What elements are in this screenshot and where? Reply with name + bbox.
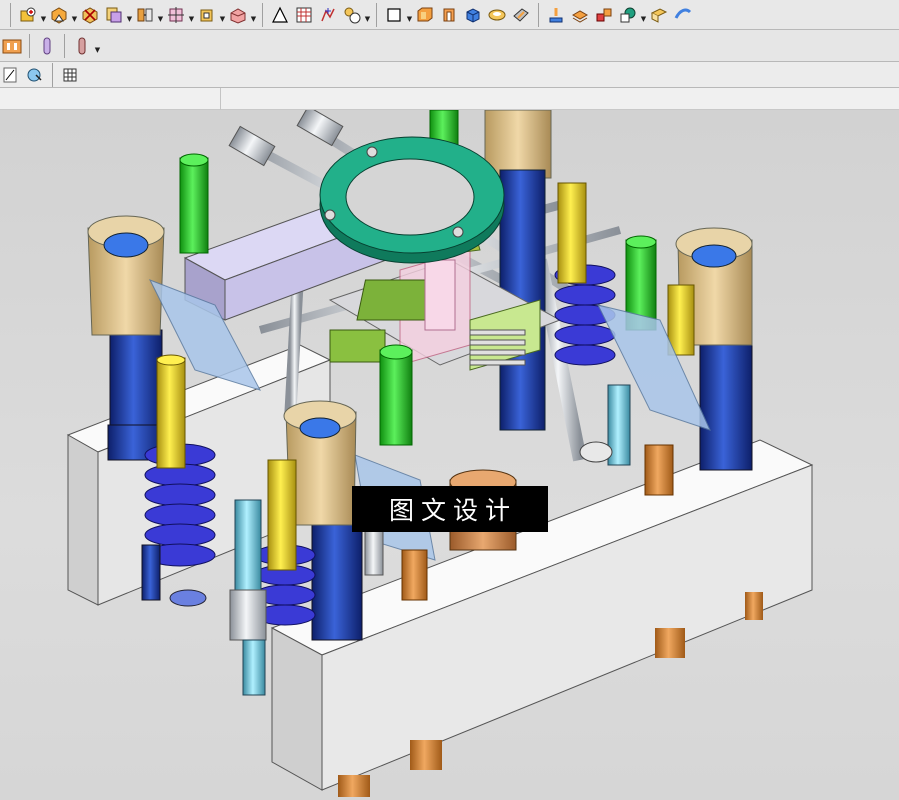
- exploded-view-icon[interactable]: [227, 4, 249, 26]
- cavity-layout-icon[interactable]: [648, 4, 670, 26]
- chevron-down-icon[interactable]: ▼: [250, 4, 257, 26]
- secondary-toolbar: ▼: [0, 30, 899, 62]
- chevron-down-icon[interactable]: ▼: [71, 4, 78, 26]
- chevron-down-icon[interactable]: ▼: [219, 4, 226, 26]
- chevron-down-icon[interactable]: ▼: [157, 4, 164, 26]
- chevron-down-icon[interactable]: ▼: [188, 4, 195, 26]
- point-set-icon[interactable]: [317, 4, 339, 26]
- selection-toolbar: [0, 62, 899, 88]
- guide-bush-rear: [484, 110, 552, 431]
- snap-point-icon[interactable]: [24, 64, 46, 86]
- pattern-component-icon[interactable]: [48, 4, 70, 26]
- mold-base-icon[interactable]: [569, 4, 591, 26]
- edge-blend-icon[interactable]: [510, 4, 532, 26]
- assembly-constraints-icon[interactable]: [134, 4, 156, 26]
- hose-fittings: [228, 110, 344, 167]
- insert-pocket-icon[interactable]: [617, 4, 639, 26]
- gear-assembly-icon[interactable]: [341, 4, 363, 26]
- mold-wizard-icon[interactable]: [545, 4, 567, 26]
- cylinder-feature-icon[interactable]: [438, 4, 460, 26]
- boolean-unite-icon[interactable]: [486, 4, 508, 26]
- block-feature-icon[interactable]: [414, 4, 436, 26]
- toolbar-separator: [29, 33, 30, 58]
- wave-link-icon[interactable]: [103, 4, 125, 26]
- slot-feature-icon[interactable]: [1, 35, 23, 57]
- chevron-down-icon[interactable]: ▼: [364, 4, 371, 26]
- graphics-viewport[interactable]: 图文设计: [0, 110, 899, 800]
- cue-line-bar: [0, 88, 899, 110]
- toolbar-separator: [10, 2, 11, 27]
- select-filter-icon[interactable]: [0, 64, 22, 86]
- triangle-sketch-icon[interactable]: [269, 4, 291, 26]
- chevron-down-icon[interactable]: ▼: [94, 35, 101, 57]
- view-orient-icon[interactable]: [672, 4, 694, 26]
- rectangle-icon[interactable]: [383, 4, 405, 26]
- yellow-pin-left: [156, 354, 186, 469]
- chevron-down-icon[interactable]: ▼: [126, 4, 133, 26]
- cube-feature-icon[interactable]: [462, 4, 484, 26]
- divider: [220, 88, 221, 110]
- chevron-down-icon[interactable]: ▼: [406, 4, 413, 26]
- move-component-icon[interactable]: [165, 4, 187, 26]
- toolbar-separator: [262, 2, 263, 27]
- pin-feature-icon[interactable]: [36, 35, 58, 57]
- mold-assembly-model: [66, 110, 814, 797]
- toolbar-separator: [376, 2, 377, 27]
- toolbar-separator: [538, 2, 539, 27]
- mirror-assembly-icon[interactable]: [79, 4, 101, 26]
- chevron-down-icon[interactable]: ▼: [640, 4, 647, 26]
- toolbar-separator: [64, 33, 65, 58]
- green-screw-center: [379, 344, 413, 446]
- parting-tools-icon[interactable]: [593, 4, 615, 26]
- lifter-feature-icon[interactable]: [71, 35, 93, 57]
- watermark-banner: 图文设计: [352, 486, 548, 532]
- green-screw-left: [179, 153, 209, 254]
- main-toolbar: ▼ ▼ ▼ ▼ ▼ ▼ ▼ ▼ ▼ ▼: [0, 0, 899, 30]
- assembly-navigator-icon[interactable]: [196, 4, 218, 26]
- add-component-icon[interactable]: [17, 4, 39, 26]
- toolbar-separator: [52, 62, 53, 87]
- locating-ring: [319, 136, 505, 264]
- table-grid-icon[interactable]: [293, 4, 315, 26]
- grid-icon[interactable]: [59, 64, 81, 86]
- yellow-pin-front: [267, 459, 297, 571]
- chevron-down-icon[interactable]: ▼: [40, 4, 47, 26]
